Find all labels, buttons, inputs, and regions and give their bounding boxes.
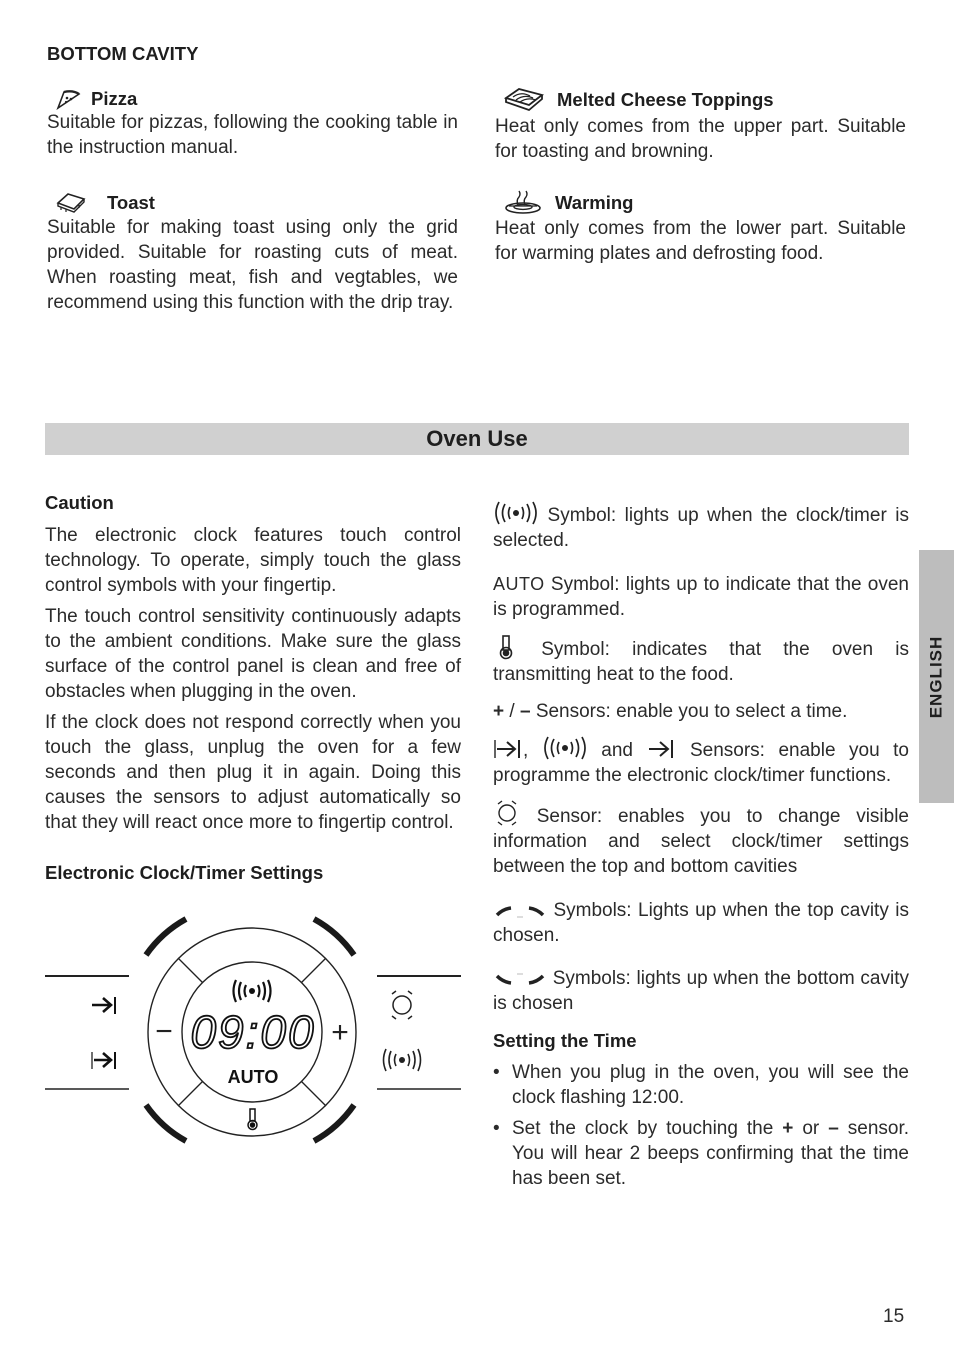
function-melted-cheese: Melted Cheese Toppings Heat only comes f… — [495, 86, 906, 164]
symbol-item: Symbol: indicates that the oven is trans… — [493, 634, 909, 687]
page-number: 15 — [883, 1306, 905, 1327]
cavity-select-button[interactable] — [391, 990, 413, 1020]
list-item-text: When you plug in the oven, you will see … — [512, 1062, 909, 1108]
thermometer-icon — [499, 635, 513, 660]
clock-display: 09:00 — [190, 1006, 315, 1058]
caution-heading: Caution — [45, 492, 114, 513]
caution-paragraph: If the clock does not respond correctly … — [45, 712, 461, 833]
bottom-cavity-icon — [495, 973, 545, 985]
caution-paragraph: The electronic clock features touch cont… — [45, 525, 461, 596]
symbol-description: Sensors: enable you to select a time. — [535, 701, 848, 722]
duration-button[interactable] — [91, 1052, 116, 1069]
symbol-description: Symbols: lights up when the bottom cavit… — [493, 968, 909, 1014]
separator: , — [523, 740, 529, 761]
timer-button[interactable] — [382, 1048, 422, 1072]
pizza-icon — [56, 90, 81, 110]
separator: and — [601, 740, 633, 761]
bell-signal-icon — [495, 501, 537, 525]
function-pizza: Pizza Suitable for pizzas, following the… — [47, 88, 458, 160]
language-tab: ENGLISH — [919, 550, 954, 803]
symbol-item: Symbol: lights up when the clock/timer i… — [493, 501, 909, 553]
control-panel-diagram: − + 09:00 AUTO — [40, 905, 470, 1155]
thermometer-icon — [247, 1108, 258, 1131]
list-item-text: or — [802, 1118, 820, 1139]
symbol-item: , and Sensors: enable you to programme t… — [493, 736, 909, 788]
section-header-oven-use: Oven Use — [45, 423, 909, 455]
bell-signal-icon — [543, 736, 586, 760]
function-title: Melted Cheese Toppings — [557, 89, 774, 110]
function-description: Heat only comes from the lower part. Sui… — [495, 218, 906, 264]
top-cavity-icon — [495, 906, 545, 918]
symbol-item: Symbols: Lights up when the top cavity i… — [493, 898, 909, 948]
symbol-item: AUTO Symbol: lights up to indicate that … — [493, 572, 909, 622]
caution-paragraph: The touch control sensitivity continuous… — [45, 606, 461, 702]
minus-button[interactable]: − — [155, 1015, 173, 1048]
end-time-button[interactable] — [92, 997, 116, 1014]
end-time-icon — [649, 740, 674, 758]
symbol-item: Symbols: lights up when the bottom cavit… — [493, 966, 909, 1016]
setting-time-list: When you plug in the oven, you will see … — [493, 1060, 909, 1191]
bottom-left-cavity-arc — [143, 1103, 188, 1144]
caution-section: Caution The electronic clock features to… — [45, 492, 461, 841]
language-label: ENGLISH — [926, 635, 946, 718]
symbol-item: + / – Sensors: enable you to select a ti… — [493, 699, 909, 724]
section-title: Oven Use — [426, 426, 528, 451]
display-bell-signal-icon — [232, 979, 272, 1003]
function-warming: Warming Heat only comes from the lower p… — [495, 190, 906, 266]
control-panel-svg: − + 09:00 AUTO — [45, 916, 461, 1144]
function-description: Heat only comes from the upper part. Sui… — [495, 116, 906, 162]
cavity-select-icon — [497, 800, 517, 826]
list-item-text: Set the clock by touching the — [512, 1118, 774, 1139]
separator: / — [504, 701, 520, 722]
setting-time-heading: Setting the Time — [493, 1030, 637, 1051]
bottom-cavity-heading: BOTTOM CAVITY — [47, 43, 199, 64]
plus-button[interactable]: + — [331, 1016, 349, 1049]
list-item: Set the clock by touching the + or – sen… — [493, 1116, 909, 1191]
minus-symbol: – — [828, 1118, 839, 1139]
symbol-description: Sensor: enables you to change visible in… — [493, 806, 910, 877]
function-title: Pizza — [91, 88, 138, 109]
minus-symbol: – — [519, 701, 531, 722]
function-description: Suitable for pizzas, following the cooki… — [47, 112, 458, 158]
plus-symbol: + — [493, 701, 505, 722]
duration-icon — [494, 740, 520, 758]
symbol-description: Symbol: lights up to indicate that the o… — [493, 574, 910, 620]
auto-indicator: AUTO — [228, 1067, 279, 1087]
toast-icon — [56, 193, 86, 213]
auto-symbol: AUTO — [493, 574, 545, 594]
warming-icon — [505, 190, 541, 214]
symbol-description: Symbol: indicates that the oven is trans… — [493, 639, 910, 685]
symbols-list: Symbol: lights up when the clock/timer i… — [493, 501, 909, 1197]
function-description: Suitable for making toast using only the… — [47, 217, 458, 313]
list-item: When you plug in the oven, you will see … — [493, 1060, 909, 1110]
symbol-description: Symbols: Lights up when the top cavity i… — [493, 900, 909, 946]
symbol-item: Sensor: enables you to change visible in… — [493, 800, 909, 879]
top-left-cavity-arc — [143, 916, 188, 957]
function-title: Toast — [107, 192, 155, 213]
clock-settings-heading: Electronic Clock/Timer Settings — [45, 862, 324, 883]
symbol-description: Symbol: lights up when the clock/timer i… — [493, 505, 910, 551]
function-toast: Toast Suitable for making toast using on… — [47, 191, 458, 315]
plus-symbol: + — [782, 1118, 794, 1139]
melted-cheese-icon — [503, 88, 545, 112]
function-title: Warming — [555, 192, 634, 213]
top-right-cavity-arc — [312, 916, 357, 957]
